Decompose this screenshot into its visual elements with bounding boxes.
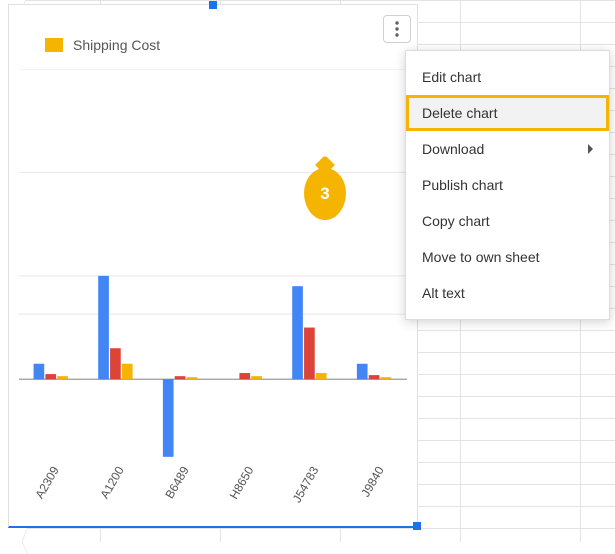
x-tick-label: A1200 xyxy=(97,464,126,501)
chart-options-button[interactable] xyxy=(383,15,411,43)
menu-item-download[interactable]: Download xyxy=(406,131,609,167)
menu-item-alt-text[interactable]: Alt text xyxy=(406,275,609,311)
menu-item-move-to-own-sheet[interactable]: Move to own sheet xyxy=(406,239,609,275)
resize-handle-top[interactable] xyxy=(209,1,217,9)
menu-item-edit-chart[interactable]: Edit chart xyxy=(406,59,609,95)
chart-context-menu: Edit chart Delete chart Download Publish ch… xyxy=(405,50,610,320)
menu-item-publish-chart[interactable]: Publish chart xyxy=(406,167,609,203)
legend-label: Shipping Cost xyxy=(73,37,160,53)
resize-handle-bottom-right[interactable] xyxy=(413,522,421,530)
menu-item-label: Delete chart xyxy=(422,105,497,121)
x-tick-label: A2309 xyxy=(32,464,61,501)
x-axis-labels: A2309 A1200 B6489 H8650 J54783 J9840 xyxy=(19,464,407,514)
menu-item-label: Move to own sheet xyxy=(422,249,540,265)
vertical-dots-icon xyxy=(390,20,404,38)
chart-legend: Shipping Cost xyxy=(45,37,160,53)
bar-chart xyxy=(19,69,407,462)
menu-item-label: Download xyxy=(422,141,484,157)
menu-item-label: Alt text xyxy=(422,285,465,301)
embedded-chart[interactable]: Shipping Cost A2309 A1200 B6489 H8650 J54783… xyxy=(8,4,418,528)
x-tick-label: J54783 xyxy=(290,464,322,505)
menu-item-label: Publish chart xyxy=(422,177,503,193)
step-number: 3 xyxy=(320,184,329,204)
menu-item-label: Copy chart xyxy=(422,213,490,229)
menu-item-label: Edit chart xyxy=(422,69,481,85)
menu-item-delete-chart[interactable]: Delete chart xyxy=(406,95,609,131)
x-tick-label: B6489 xyxy=(162,464,191,501)
legend-swatch xyxy=(45,38,63,52)
x-tick-label: H8650 xyxy=(227,464,257,502)
x-tick-label: J9840 xyxy=(358,464,386,499)
plot-area xyxy=(19,69,407,462)
submenu-caret-icon xyxy=(588,144,593,154)
menu-item-copy-chart[interactable]: Copy chart xyxy=(406,203,609,239)
step-callout: 3 xyxy=(304,168,346,220)
